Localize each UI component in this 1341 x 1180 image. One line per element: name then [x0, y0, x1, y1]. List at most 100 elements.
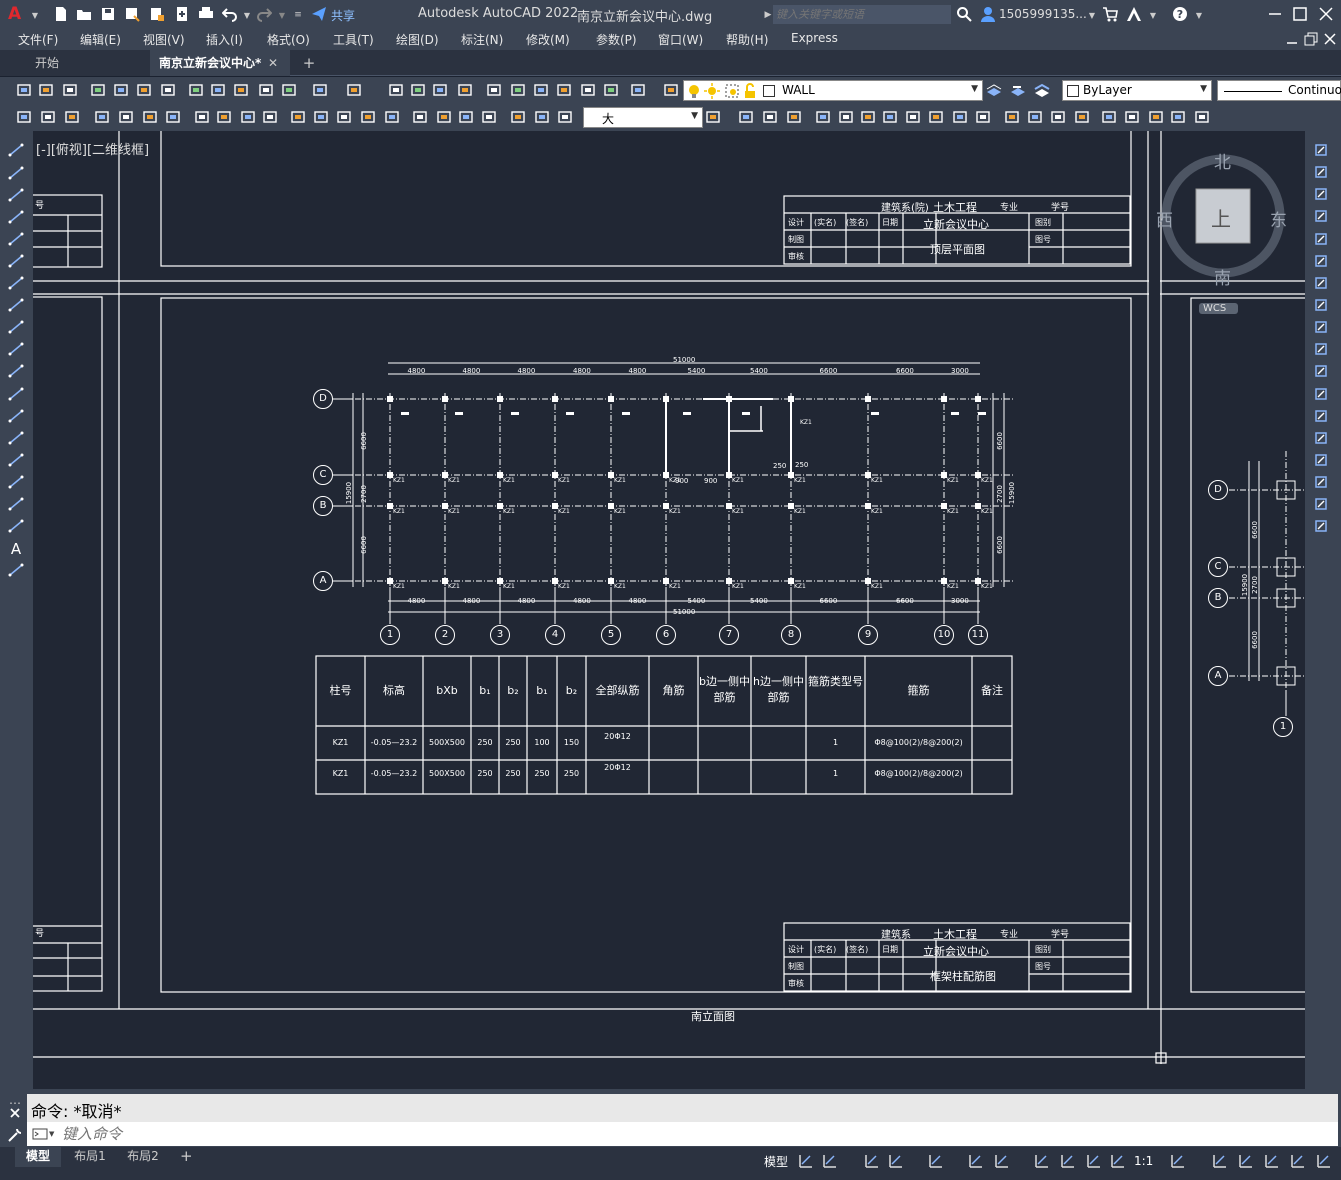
selection-cycling-icon[interactable] [1086, 1153, 1102, 1169]
zoom-window-icon[interactable] [432, 82, 448, 98]
layer-unlock-icon[interactable] [742, 83, 758, 99]
dim-update-icon[interactable] [557, 109, 573, 125]
dim-continue-icon[interactable] [336, 109, 352, 125]
dim-text-edit-icon[interactable] [534, 109, 550, 125]
workspace-gear-icon[interactable] [1170, 1153, 1186, 1169]
scale-icon[interactable] [1313, 297, 1329, 313]
menu-parametric[interactable]: 参数(P) [596, 31, 637, 48]
annotation-monitor-icon[interactable] [1110, 1153, 1126, 1169]
minimize-icon[interactable] [1267, 6, 1283, 22]
menu-file[interactable]: 文件(F) [18, 31, 58, 48]
line-icon[interactable] [8, 142, 24, 158]
new-tab-button[interactable]: + [298, 50, 320, 76]
wcs-menu[interactable]: WCS [1199, 303, 1239, 314]
command-customize-icon[interactable] [7, 1127, 23, 1143]
layer-properties-icon[interactable] [663, 82, 679, 98]
new-icon[interactable] [53, 6, 69, 22]
annotation-scale[interactable]: 1:1 [1134, 1154, 1153, 1168]
union-icon[interactable] [762, 109, 778, 125]
dim-linear-icon[interactable] [94, 109, 110, 125]
menu-help[interactable]: 帮助(H) [726, 31, 768, 48]
dim-angular-icon[interactable] [262, 109, 278, 125]
materials-icon[interactable] [1027, 109, 1043, 125]
layer-previous-icon[interactable] [1010, 82, 1026, 98]
tab-close-icon[interactable]: ✕ [268, 50, 278, 76]
extend-icon[interactable] [1313, 363, 1329, 379]
layout-tab-model[interactable]: 模型 [15, 1147, 61, 1167]
tab-start[interactable]: 开始 [0, 50, 150, 76]
offset-icon[interactable] [1313, 208, 1329, 224]
subtract-icon[interactable] [786, 109, 802, 125]
multiline-text-icon[interactable] [40, 109, 56, 125]
add-selected-icon[interactable] [8, 562, 24, 578]
3drotate-icon[interactable] [975, 109, 991, 125]
save-icon[interactable] [100, 6, 116, 22]
break-at-point-icon[interactable] [1313, 386, 1329, 402]
viewport-controls[interactable]: [-][俯视][二维线框] [36, 139, 149, 158]
isodraft-icon[interactable] [928, 1153, 944, 1169]
osnap-tracking-icon[interactable] [968, 1153, 984, 1169]
menu-view[interactable]: 视图(V) [143, 31, 185, 48]
transparency-icon[interactable] [1060, 1153, 1076, 1169]
menu-window[interactable]: 窗口(W) [658, 31, 703, 48]
user-icon[interactable] [980, 6, 996, 22]
explode-icon[interactable] [1313, 518, 1329, 534]
layer-dropdown-arrow-icon[interactable]: ▼ [971, 84, 978, 94]
insert-block-icon[interactable] [8, 386, 24, 402]
layer-viewport-freeze-icon[interactable] [724, 83, 740, 99]
layer-states-icon[interactable] [1034, 82, 1050, 98]
close-icon[interactable] [1318, 6, 1334, 22]
compass-east[interactable]: 东 [1270, 206, 1287, 231]
pan-icon[interactable] [388, 82, 404, 98]
layout-tab-2[interactable]: 布局2 [120, 1147, 166, 1167]
user-dropdown-icon[interactable]: ▼ [1084, 7, 1100, 23]
web-save-icon[interactable] [174, 6, 190, 22]
undo-icon[interactable] [222, 6, 238, 22]
redo-icon[interactable] [256, 6, 272, 22]
command-input[interactable] [62, 1124, 662, 1144]
break-icon[interactable] [1313, 408, 1329, 424]
dim-radius-icon[interactable] [194, 109, 210, 125]
quick-dim-icon[interactable] [290, 109, 306, 125]
center-mark-icon[interactable] [436, 109, 452, 125]
user-name[interactable]: 1505999135... [999, 7, 1087, 21]
zoom-previous-icon[interactable] [457, 82, 473, 98]
blend-icon[interactable] [1313, 496, 1329, 512]
gradient-icon[interactable] [8, 474, 24, 490]
toolbar-help-icon[interactable] [630, 82, 646, 98]
extrude-icon[interactable] [815, 109, 831, 125]
lights-icon[interactable] [1050, 109, 1066, 125]
qsave-icon[interactable] [62, 82, 78, 98]
pline-icon[interactable] [8, 187, 24, 203]
command-prompt-dropdown-icon[interactable]: ▼ [49, 1130, 54, 1138]
web-open-icon[interactable] [149, 6, 165, 22]
autocad-logo[interactable]: A [8, 4, 21, 24]
region-icon[interactable] [8, 496, 24, 512]
chamfer-icon[interactable] [1313, 452, 1329, 468]
tool-palettes-icon[interactable] [533, 82, 549, 98]
color-dropdown[interactable]: ByLayer ▼ [1062, 80, 1212, 101]
color-dropdown-arrow-icon[interactable]: ▼ [1200, 84, 1207, 94]
polar-icon[interactable] [888, 1153, 904, 1169]
fillet-icon[interactable] [1313, 474, 1329, 490]
grid-icon[interactable] [798, 1153, 814, 1169]
layout-tab-1[interactable]: 布局1 [67, 1147, 113, 1167]
ellipse-icon[interactable] [8, 341, 24, 357]
dim-arc-icon[interactable] [142, 109, 158, 125]
menu-insert[interactable]: 插入(I) [206, 31, 243, 48]
3dmove-icon[interactable] [952, 109, 968, 125]
revolve-icon[interactable] [905, 109, 921, 125]
print-icon[interactable] [90, 82, 106, 98]
ucs-previous-icon[interactable] [1148, 109, 1164, 125]
tab-drawing[interactable]: 南京立新会议中心* ✕ [150, 50, 290, 76]
drawing-canvas[interactable]: [-][俯视][二维线框] 北 西 东 南 上 WCS 1 2 3 4 5 6 7 8 9 10 1… [33, 131, 1305, 1089]
compass-north[interactable]: 北 [1214, 148, 1231, 173]
make-block-icon[interactable] [8, 408, 24, 424]
open-icon[interactable] [76, 6, 92, 22]
dimstyle-dropdown-arrow-icon[interactable]: ▼ [691, 111, 698, 121]
ucs-world-icon[interactable] [1124, 109, 1140, 125]
slice-icon[interactable] [928, 109, 944, 125]
inspect-icon[interactable] [458, 109, 474, 125]
properties-icon[interactable] [486, 82, 502, 98]
command-input-box[interactable]: ▼ [27, 1122, 1338, 1146]
